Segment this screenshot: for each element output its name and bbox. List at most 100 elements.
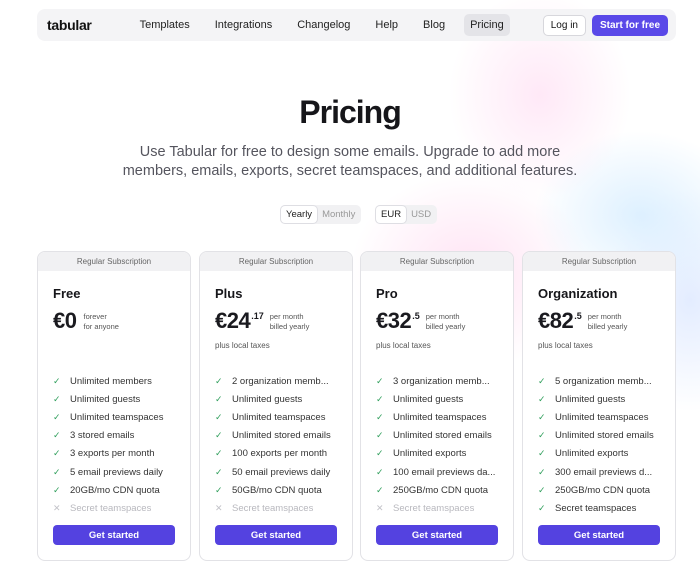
feature-item: ✓ Unlimited teamspaces [53,408,183,426]
price-amount: €24 [215,308,251,333]
feature-label: Secret teamspaces [70,502,152,514]
get-started-button[interactable]: Get started [376,525,498,545]
nav-link-help[interactable]: Help [369,14,404,36]
nav-link-blog[interactable]: Blog [417,14,451,36]
nav-links: Templates Integrations Changelog Help Bl… [134,14,523,36]
check-icon: ✓ [215,466,223,477]
plan-header: Regular Subscription [38,252,190,271]
price-amount: €82 [538,308,574,333]
plan-name: Pro [376,286,398,301]
price-note-line2: billed yearly [587,322,628,331]
feature-label: Unlimited exports [393,448,467,460]
price-note: per month billed yearly [588,312,628,332]
check-icon: ✓ [376,484,384,495]
check-icon: ✓ [53,411,61,422]
nav-link-integrations[interactable]: Integrations [209,14,278,36]
check-icon: ✓ [538,393,546,404]
start-for-free-button[interactable]: Start for free [591,14,668,36]
check-icon: ✓ [215,430,223,441]
get-started-button[interactable]: Get started [538,525,660,545]
price-note-line2: for anyone [83,322,119,331]
feature-item: ✓ 2 organization memb... [215,372,345,390]
feature-item: ✓ Unlimited teamspaces [376,408,506,426]
feature-item: ✓ 5 organization memb... [538,372,668,390]
feature-label: 250GB/mo CDN quota [555,484,651,496]
feature-label: 3 stored emails [70,430,135,442]
price-note: per month billed yearly [426,312,466,332]
tax-note: plus local taxes [376,341,431,350]
check-icon: ✓ [215,393,223,404]
check-icon: ✓ [376,411,384,422]
feature-item: ✓ 100 exports per month [215,445,345,463]
plan-card-pro: Regular Subscription Pro €32 .5 per mont… [360,251,514,561]
feature-item: ✕ Secret teamspaces [53,499,183,517]
feature-item: ✓ Unlimited guests [376,390,506,408]
feature-label: 100 email previews da... [393,466,496,478]
check-icon: ✓ [376,375,384,386]
feature-item: ✕ Secret teamspaces [376,499,506,517]
feature-label: 3 organization memb... [393,375,490,387]
nav-link-templates[interactable]: Templates [134,14,196,36]
feature-item: ✓ Unlimited guests [538,390,668,408]
currency-option-usd[interactable]: USD [406,206,436,223]
feature-item: ✓ Unlimited members [53,372,183,390]
check-icon: ✓ [53,393,61,404]
page-title: Pricing [299,94,401,130]
price-amount: €0 [53,308,77,333]
check-icon: ✓ [53,466,61,477]
check-icon: ✓ [538,448,546,459]
feature-item: ✓ 3 exports per month [53,445,183,463]
feature-label: Unlimited stored emails [393,430,492,442]
get-started-button[interactable]: Get started [215,525,337,545]
currency-option-eur[interactable]: EUR [376,206,407,223]
price-note-line1: per month [587,312,622,321]
price-note-line2: billed yearly [269,322,310,331]
feature-item: ✓ 50 email previews daily [215,463,345,481]
feature-item: ✓ 250GB/mo CDN quota [376,481,506,499]
check-icon: ✓ [538,430,546,441]
feature-item: ✓ 300 email previews d... [538,463,668,481]
feature-label: 100 exports per month [232,448,328,460]
feature-item: ✓ 250GB/mo CDN quota [538,481,668,499]
login-button[interactable]: Log in [542,14,586,36]
feature-label: 20GB/mo CDN quota [70,484,160,496]
feature-label: 250GB/mo CDN quota [393,484,489,496]
price-note-line1: per month [425,312,460,321]
billing-option-yearly[interactable]: Yearly [281,206,318,223]
feature-list: ✓ Unlimited members ✓ Unlimited guests ✓… [53,372,183,518]
check-icon: ✓ [538,375,546,386]
tax-note: plus local taxes [538,341,593,350]
feature-list: ✓ 5 organization memb... ✓ Unlimited gue… [538,372,668,518]
check-icon: ✓ [376,466,384,477]
feature-item: ✓ Secret teamspaces [538,499,668,517]
feature-label: Unlimited stored emails [555,430,654,442]
nav-link-pricing[interactable]: Pricing [464,14,510,36]
plan-price: €32 .5 per month billed yearly [376,308,465,334]
plan-price: €24 .17 per month billed yearly [215,308,309,334]
feature-item: ✓ Unlimited teamspaces [215,408,345,426]
price-amount: €32 [376,308,412,333]
billing-period-toggle: Yearly Monthly [280,205,362,224]
get-started-button[interactable]: Get started [53,525,175,545]
feature-item: ✓ Unlimited guests [215,390,345,408]
price-note: forever for anyone [83,312,118,332]
price-cents: .17 [251,311,264,321]
cross-icon: ✕ [53,502,61,513]
check-icon: ✓ [215,448,223,459]
feature-item: ✓ Unlimited teamspaces [538,408,668,426]
billing-option-monthly[interactable]: Monthly [317,206,360,223]
price-note-line2: billed yearly [425,322,466,331]
tax-note: plus local taxes [215,341,270,350]
check-icon: ✓ [53,448,61,459]
check-icon: ✓ [53,484,61,495]
check-icon: ✓ [376,430,384,441]
cross-icon: ✕ [215,502,223,513]
feature-item: ✓ Unlimited stored emails [376,427,506,445]
feature-item: ✓ 20GB/mo CDN quota [53,481,183,499]
plan-header: Regular Subscription [361,252,513,271]
check-icon: ✓ [215,484,223,495]
check-icon: ✓ [376,448,384,459]
nav-link-changelog[interactable]: Changelog [291,14,356,36]
check-icon: ✓ [53,430,61,441]
logo[interactable]: tabular [47,17,92,33]
